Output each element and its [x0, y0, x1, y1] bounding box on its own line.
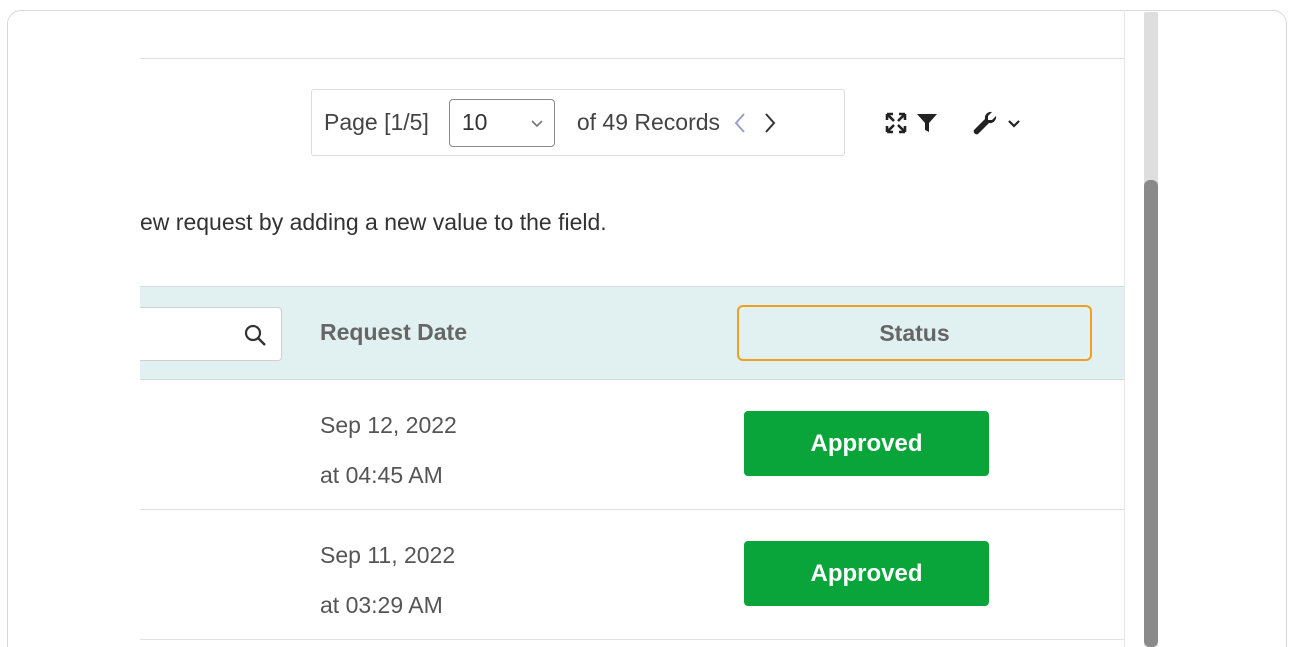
status-badge[interactable]: Approved	[744, 411, 989, 476]
table-toolbar	[884, 108, 1022, 138]
request-date-cell: Sep 11, 2022 at 03:29 AM	[320, 530, 455, 630]
content-area: Page [1/5] 10 of 49 Records ew request b…	[140, 11, 1125, 647]
records-label: of 49 Records	[576, 109, 721, 135]
divider	[140, 58, 1125, 59]
search-input[interactable]	[140, 307, 282, 361]
column-header-request-date[interactable]: Request Date	[320, 319, 467, 346]
scrollbar-thumb[interactable]	[1144, 180, 1158, 647]
request-time: at 03:29 AM	[320, 592, 443, 618]
chevron-left-icon	[734, 112, 745, 133]
table-row: Sep 12, 2022 at 04:45 AM Approved	[140, 380, 1125, 510]
column-header-status[interactable]: Status	[737, 305, 1092, 361]
page-label: Page [1/5]	[324, 109, 429, 135]
column-header-status-label: Status	[879, 319, 950, 346]
table-row: Sep 11, 2022 at 03:29 AM Approved	[140, 510, 1125, 640]
page-size-select[interactable]: 10	[448, 98, 555, 147]
next-page-button[interactable]	[760, 108, 780, 138]
search-icon	[244, 324, 266, 346]
previous-page-button[interactable]	[730, 108, 750, 138]
wrench-icon	[973, 111, 997, 135]
expand-button[interactable]	[884, 108, 908, 138]
status-badge[interactable]: Approved	[744, 541, 989, 606]
table-header: Request Date Status	[140, 286, 1125, 380]
expand-icon	[885, 112, 907, 134]
chevron-right-icon	[765, 112, 776, 133]
request-date-cell: Sep 12, 2022 at 04:45 AM	[320, 400, 457, 500]
app-window: Page [1/5] 10 of 49 Records ew request b…	[7, 10, 1287, 647]
settings-button[interactable]	[972, 108, 998, 138]
request-date: Sep 12, 2022	[320, 412, 457, 438]
request-time: at 04:45 AM	[320, 462, 443, 488]
chevron-down-icon	[1008, 120, 1020, 128]
filter-icon	[917, 114, 937, 132]
panel-edge	[1124, 10, 1125, 647]
request-date: Sep 11, 2022	[320, 542, 456, 568]
filter-button[interactable]	[916, 108, 938, 138]
page-size-value: 10	[461, 109, 488, 135]
chevron-down-icon	[531, 119, 543, 127]
pagination-bar: Page [1/5] 10 of 49 Records	[311, 89, 845, 156]
instruction-text: ew request by adding a new value to the …	[140, 209, 607, 235]
settings-dropdown[interactable]	[1006, 108, 1022, 138]
